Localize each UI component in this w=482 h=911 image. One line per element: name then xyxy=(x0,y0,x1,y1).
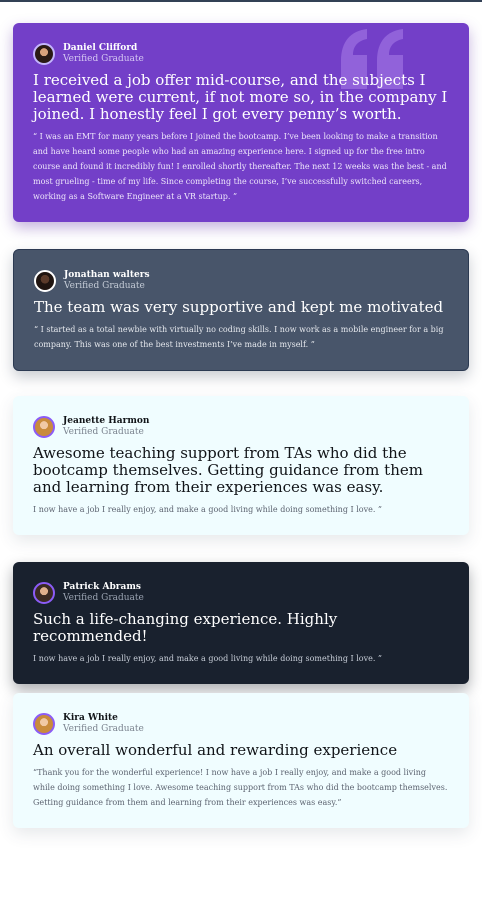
testimonial-body: I now have a job I really enjoy, and mak… xyxy=(33,505,382,514)
author-status: Verified Graduate xyxy=(63,593,144,603)
testimonial-body: I now have a job I really enjoy, and mak… xyxy=(33,654,382,663)
testimonial-body: “Thank you for the wonderful experience!… xyxy=(33,768,448,807)
avatar xyxy=(34,270,56,292)
author-name: Daniel Clifford xyxy=(63,43,138,53)
author-name: Jeanette Harmon xyxy=(63,416,150,426)
testimonial-card-daniel-clifford: Daniel Clifford Verified Graduate I rece… xyxy=(13,23,469,222)
author-status: Verified Graduate xyxy=(63,724,144,734)
author: Jonathan walters Verified Graduate xyxy=(34,270,448,292)
author-name: Patrick Abrams xyxy=(63,582,141,592)
testimonial-headline: I received a job offer mid-course, and t… xyxy=(33,71,448,123)
avatar xyxy=(33,43,55,65)
testimonial-card-patrick-abrams: Patrick Abrams Verified Graduate Such a … xyxy=(13,562,469,684)
author-status: Verified Graduate xyxy=(63,427,144,437)
testimonial-card-jonathan-walters: Jonathan walters Verified Graduate The t… xyxy=(13,249,469,371)
avatar xyxy=(33,582,55,604)
author-status: Verified Graduate xyxy=(64,281,145,291)
author: Patrick Abrams Verified Graduate xyxy=(33,582,449,604)
top-border xyxy=(0,0,482,2)
author-status: Verified Graduate xyxy=(63,54,144,64)
avatar xyxy=(33,416,55,438)
author: Daniel Clifford Verified Graduate xyxy=(33,43,449,65)
testimonial-body: “ I started as a total newbie with virtu… xyxy=(34,325,444,349)
testimonial-headline: The team was very supportive and kept me… xyxy=(34,298,444,316)
testimonial-headline: Awesome teaching support from TAs who di… xyxy=(33,444,423,496)
author: Jeanette Harmon Verified Graduate xyxy=(33,416,449,438)
author-name: Kira White xyxy=(63,713,118,723)
testimonial-body: “ I was an EMT for many years before I j… xyxy=(33,132,447,201)
testimonial-card-jeanette-harmon: Jeanette Harmon Verified Graduate Awesom… xyxy=(13,396,469,535)
author: Kira White Verified Graduate xyxy=(33,713,449,735)
testimonial-headline: Such a life-changing experience. Highly … xyxy=(33,610,338,645)
testimonial-headline: An overall wonderful and rewarding exper… xyxy=(33,741,398,759)
avatar xyxy=(33,713,55,735)
testimonial-card-kira-white: Kira White Verified Graduate An overall … xyxy=(13,693,469,828)
author-name: Jonathan walters xyxy=(64,270,150,280)
